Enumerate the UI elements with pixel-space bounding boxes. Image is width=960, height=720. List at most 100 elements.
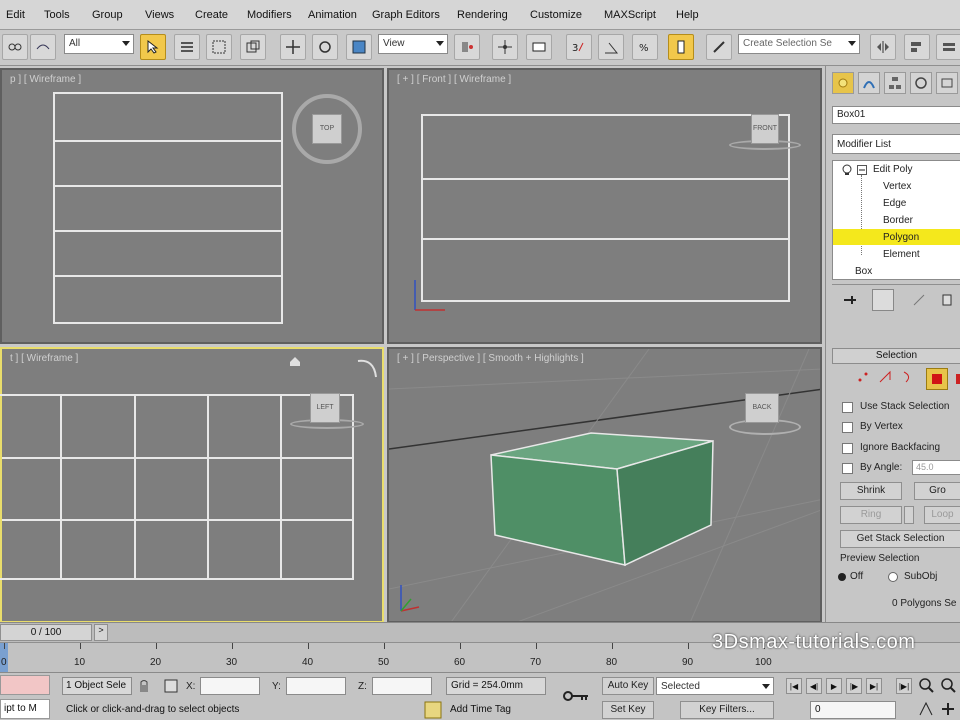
menu-graph-editors[interactable]: Graph Editors — [372, 9, 440, 21]
field-of-view-icon[interactable] — [918, 701, 934, 717]
stack-edit-poly[interactable]: Edit Poly — [873, 164, 912, 175]
menu-customize[interactable]: Customize — [530, 9, 582, 21]
stack-box[interactable]: Box — [855, 266, 872, 277]
viewcube-left[interactable]: LEFT — [310, 393, 340, 423]
zoom-icon[interactable] — [918, 677, 934, 693]
stack-edge[interactable]: Edge — [883, 198, 906, 209]
angle-snap-icon[interactable] — [598, 34, 624, 60]
preview-off-radio[interactable] — [838, 573, 846, 581]
menu-group[interactable]: Group — [92, 9, 123, 21]
lightbulb-icon[interactable] — [841, 164, 853, 176]
select-manipulate-icon[interactable] — [492, 34, 518, 60]
maxscript-mini-listener[interactable]: ipt to M — [0, 699, 50, 719]
current-frame-field[interactable]: 0 — [810, 701, 896, 719]
motion-tab-icon[interactable] — [910, 72, 932, 94]
select-by-name-icon[interactable] — [174, 34, 200, 60]
viewcube-front[interactable]: FRONT — [751, 114, 779, 144]
rotate-icon[interactable] — [312, 34, 338, 60]
zoom-all-icon[interactable] — [940, 677, 956, 693]
shrink-button[interactable]: Shrink — [840, 482, 902, 500]
absolute-mode-icon[interactable] — [164, 679, 178, 693]
by-angle-checkbox[interactable] — [842, 463, 853, 474]
menu-maxscript[interactable]: MAXScript — [604, 9, 656, 21]
viewport-front-label[interactable]: [ + ] [ Front ] [ Wireframe ] — [397, 74, 511, 85]
window-crossing-icon[interactable] — [240, 34, 266, 60]
previous-frame-icon[interactable]: ◀| — [806, 678, 822, 694]
spinner-snap-icon[interactable] — [668, 34, 694, 60]
pin-stack-icon[interactable] — [842, 293, 858, 307]
loop-button[interactable]: Loop — [924, 506, 960, 524]
layer-manager-icon[interactable] — [936, 34, 960, 60]
percent-snap-icon[interactable]: % — [632, 34, 658, 60]
z-coord-field[interactable] — [372, 677, 432, 695]
vertex-mode-icon[interactable] — [856, 370, 870, 384]
y-coord-field[interactable] — [286, 677, 346, 695]
show-end-result-icon[interactable] — [872, 289, 894, 311]
object-name-field[interactable]: Box01 — [832, 106, 960, 124]
menu-create[interactable]: Create — [195, 9, 228, 21]
menu-views[interactable]: Views — [145, 9, 174, 21]
viewcube-top[interactable]: TOP — [312, 114, 342, 144]
box-object[interactable] — [487, 431, 717, 571]
viewport-top-label[interactable]: p ] [ Wireframe ] — [10, 74, 81, 85]
menu-rendering[interactable]: Rendering — [457, 9, 508, 21]
stack-polygon[interactable]: Polygon — [883, 232, 919, 243]
time-tag-icon[interactable] — [424, 701, 442, 719]
link-icon[interactable] — [2, 34, 28, 60]
next-frame-icon[interactable]: |▶ — [846, 678, 862, 694]
pivot-center-icon[interactable] — [454, 34, 480, 60]
select-object-icon[interactable] — [140, 34, 166, 60]
element-mode-icon[interactable] — [954, 372, 960, 386]
hierarchy-tab-icon[interactable] — [884, 72, 906, 94]
ring-spinner[interactable] — [904, 506, 914, 524]
get-stack-selection-button[interactable]: Get Stack Selection — [840, 530, 960, 548]
next-frame-arrow-icon[interactable]: > — [94, 624, 108, 641]
key-filters-button[interactable]: Key Filters... — [680, 701, 774, 719]
modify-tab-icon[interactable] — [858, 72, 880, 94]
scale-icon[interactable] — [346, 34, 372, 60]
orbit-arrow-icon[interactable] — [354, 355, 380, 381]
rectangular-selection-icon[interactable] — [206, 34, 232, 60]
maxscript-listener[interactable] — [0, 675, 50, 695]
play-icon[interactable]: ▶ — [826, 678, 842, 694]
preview-subobj-radio[interactable] — [888, 572, 898, 582]
edge-mode-icon[interactable] — [878, 370, 892, 384]
ring-button[interactable]: Ring — [840, 506, 902, 524]
viewport-perspective[interactable]: [ + ] [ Perspective ] [ Smooth + Highlig… — [387, 347, 822, 623]
border-mode-icon[interactable] — [900, 370, 914, 384]
menu-tools[interactable]: Tools — [44, 9, 70, 21]
viewport-left[interactable]: t ] [ Wireframe ] LEFT — [0, 347, 384, 623]
viewport-left-label[interactable]: t ] [ Wireframe ] — [10, 353, 78, 364]
menu-edit[interactable]: Edit — [6, 9, 25, 21]
make-unique-icon[interactable] — [912, 293, 926, 307]
collapse-icon[interactable] — [857, 165, 867, 175]
mirror-icon[interactable] — [870, 34, 896, 60]
snaps-toggle-icon[interactable]: 3 — [566, 34, 592, 60]
key-icon[interactable] — [562, 689, 590, 703]
modifier-list-dropdown[interactable]: Modifier List — [832, 134, 960, 154]
add-time-tag-button[interactable]: Add Time Tag — [446, 701, 556, 719]
lock-icon[interactable] — [138, 679, 150, 693]
selection-rollout-header[interactable]: Selection — [832, 348, 960, 364]
bind-space-warp-icon[interactable] — [30, 34, 56, 60]
set-key-button[interactable]: Set Key — [602, 701, 654, 719]
use-stack-selection-checkbox[interactable] — [842, 402, 853, 413]
home-icon[interactable] — [288, 355, 302, 367]
keyboard-shortcut-icon[interactable] — [526, 34, 552, 60]
time-slider-handle[interactable]: 0 / 100 — [0, 624, 92, 641]
selection-filter-dropdown[interactable]: All — [64, 34, 134, 54]
angle-spinner[interactable]: 45.0 — [912, 460, 960, 475]
menu-help[interactable]: Help — [676, 9, 699, 21]
viewport-front[interactable]: [ + ] [ Front ] [ Wireframe ] FRONT — [387, 68, 822, 344]
reference-coordinate-dropdown[interactable]: View — [378, 34, 448, 54]
key-mode-dropdown[interactable]: Selected — [656, 677, 774, 695]
display-tab-icon[interactable] — [936, 72, 958, 94]
auto-key-button[interactable]: Auto Key — [602, 677, 654, 695]
stack-border[interactable]: Border — [883, 215, 913, 226]
viewport-top[interactable]: p ] [ Wireframe ] TOP — [0, 68, 384, 344]
menu-animation[interactable]: Animation — [308, 9, 357, 21]
go-to-start-icon[interactable]: |◀ — [786, 678, 802, 694]
stack-vertex[interactable]: Vertex — [883, 181, 911, 192]
track-bar[interactable]: 0 10 20 30 40 50 60 70 80 90 100 3Dsmax-… — [0, 631, 960, 673]
pan-icon[interactable] — [940, 701, 956, 717]
